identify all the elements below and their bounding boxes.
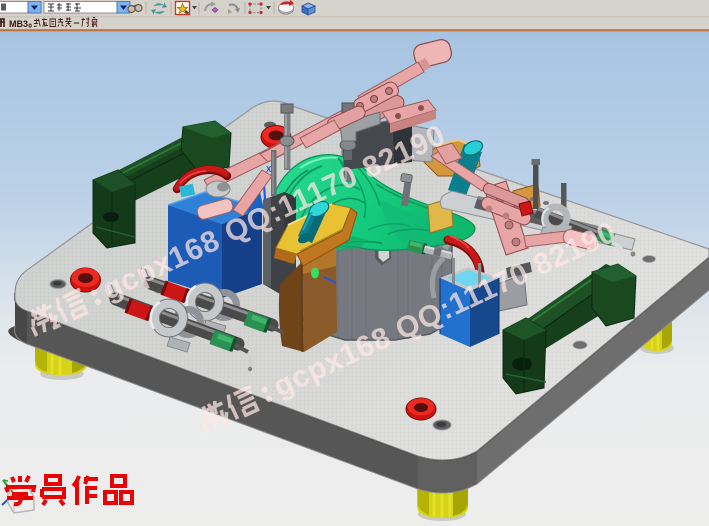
svg-text:MB3: MB3 <box>9 19 28 29</box>
svg-text:X: X <box>266 165 272 174</box>
